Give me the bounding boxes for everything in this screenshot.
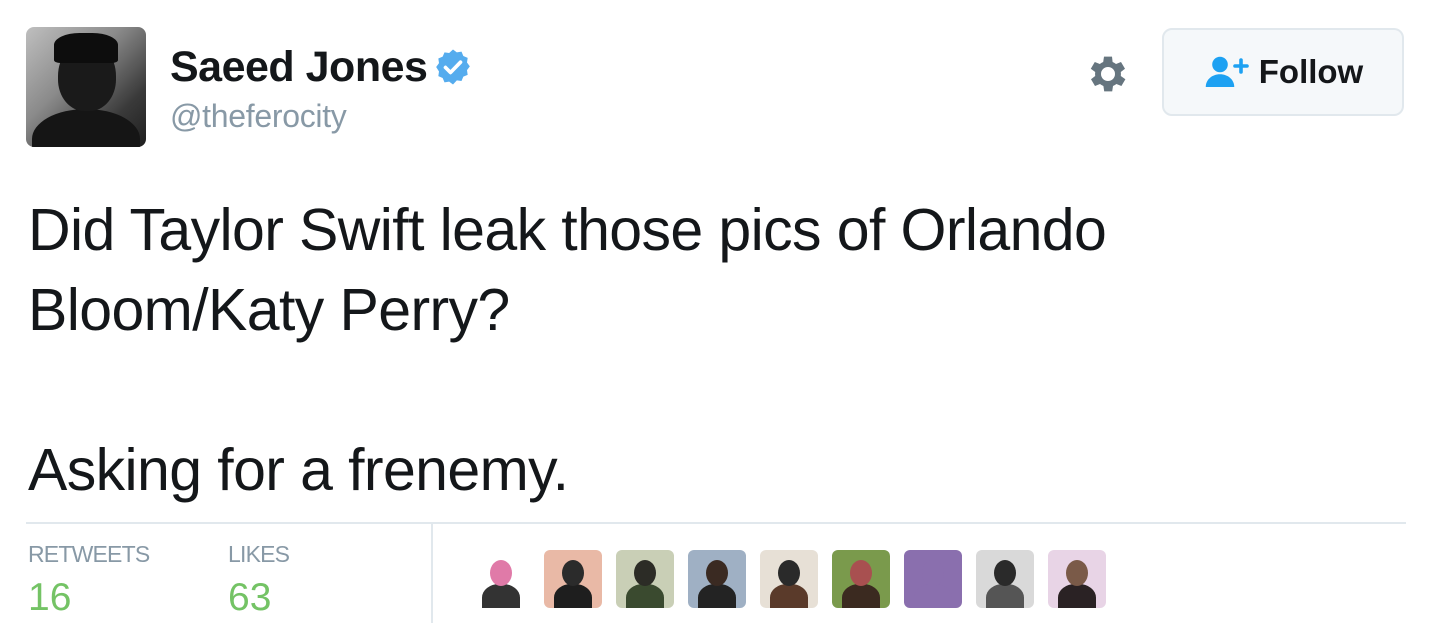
author-display-name[interactable]: Saeed Jones: [170, 43, 428, 92]
liker-avatar-3[interactable]: [616, 550, 674, 608]
retweets-count: 16: [28, 576, 72, 619]
avatar-hair: [54, 33, 118, 63]
liker-figure-body: [698, 584, 736, 608]
liker-figure-head: [706, 560, 728, 586]
liker-figure-head: [778, 560, 800, 586]
liker-avatar-1[interactable]: [472, 550, 530, 608]
liker-avatar-5[interactable]: [760, 550, 818, 608]
author-info: Saeed Jones @theferocity: [170, 42, 473, 135]
liker-figure-body: [626, 584, 664, 608]
liker-avatar-2[interactable]: [544, 550, 602, 608]
liker-figure-body: [1058, 584, 1096, 608]
name-row: Saeed Jones: [170, 42, 473, 92]
liker-figure-body: [842, 584, 880, 608]
follow-label: Follow: [1258, 53, 1364, 90]
liker-figure-body: [986, 584, 1024, 608]
liker-avatar-6[interactable]: [832, 550, 890, 608]
tweet-text: Did Taylor Swift leak those pics of Orla…: [28, 190, 1408, 510]
liker-figure-body: [554, 584, 592, 608]
liker-figure-body: [482, 584, 520, 608]
liker-figure-head: [994, 560, 1016, 586]
liker-figure-head: [1066, 560, 1088, 586]
avatar-shoulders: [32, 109, 140, 147]
author-handle[interactable]: @theferocity: [170, 98, 473, 135]
tweet-card: Saeed Jones @theferocity Follow Did Tayl…: [0, 0, 1440, 623]
retweets-label: RETWEETS: [28, 541, 150, 567]
liker-figure-body: [770, 584, 808, 608]
liker-avatars: [472, 550, 1106, 608]
liker-avatar-9[interactable]: [1048, 550, 1106, 608]
likes-label: LIKES: [228, 541, 290, 567]
liker-figure-head: [562, 560, 584, 586]
gear-icon[interactable]: [1084, 50, 1132, 98]
add-user-icon: [1205, 56, 1249, 87]
liker-figure-head: [490, 560, 512, 586]
liker-figure-head: [850, 560, 872, 586]
liker-figure-head: [922, 560, 944, 586]
liker-avatar-4[interactable]: [688, 550, 746, 608]
liker-avatar-8[interactable]: [976, 550, 1034, 608]
liker-avatar-7[interactable]: [904, 550, 962, 608]
likes-count: 63: [228, 576, 272, 619]
tweet-paragraph-1: Did Taylor Swift leak those pics of Orla…: [28, 197, 1107, 343]
liker-figure-body: [914, 584, 952, 608]
likes-stat[interactable]: LIKES 63: [228, 540, 290, 624]
tweet-paragraph-2: Asking for a frenemy.: [28, 437, 569, 503]
liker-figure-head: [634, 560, 656, 586]
stats-divider: [26, 522, 1406, 524]
stats-vertical-divider: [431, 524, 433, 623]
retweets-stat[interactable]: RETWEETS 16: [28, 540, 150, 624]
author-avatar[interactable]: [26, 27, 146, 147]
verified-badge-icon: [436, 49, 471, 85]
follow-button[interactable]: Follow: [1162, 28, 1404, 116]
